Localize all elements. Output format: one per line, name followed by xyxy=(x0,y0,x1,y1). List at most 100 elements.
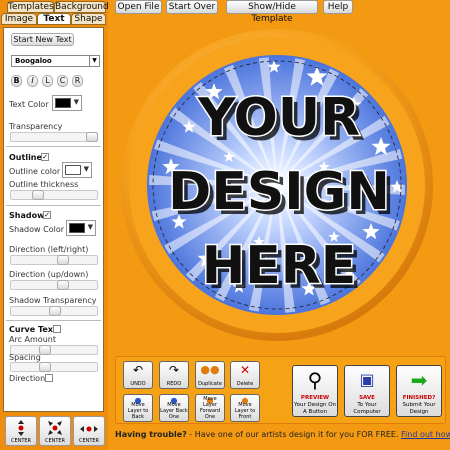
move-to-back-button[interactable]: ● Move Layer to Back xyxy=(123,394,153,422)
outline-color-swatch xyxy=(65,165,81,175)
undo-label: UNDO xyxy=(130,381,146,387)
shadow-checkbox[interactable]: ✓ xyxy=(43,211,51,219)
center-label: CENTER xyxy=(78,438,100,444)
redo-button[interactable]: ↷ REDO xyxy=(159,361,189,389)
save-title: SAVE xyxy=(359,395,375,401)
shadow-color-picker[interactable]: ▼ xyxy=(66,220,96,236)
delete-icon: ✕ xyxy=(239,363,251,377)
slider-thumb[interactable] xyxy=(32,190,44,200)
font-select-value: Boogaloo xyxy=(15,57,52,65)
left-panel: Templates Background Image Text Shape St… xyxy=(0,0,109,450)
design-text-line3[interactable]: HERE xyxy=(200,235,358,298)
help-footer: Having trouble? - Have one of our artist… xyxy=(115,430,450,439)
divider xyxy=(6,320,101,321)
outline-color-picker[interactable]: ▼ xyxy=(62,162,92,178)
chevron-down-icon: ▼ xyxy=(83,165,89,173)
delete-button[interactable]: ✕ Delete xyxy=(230,361,260,389)
tab-shape[interactable]: Shape xyxy=(71,13,106,25)
delete-label: Delete xyxy=(236,381,254,387)
find-out-how-link[interactable]: Find out how xyxy=(401,430,450,439)
help-footer-text: - Have one of our artists design it for … xyxy=(186,430,402,439)
start-new-text-button[interactable]: Start New Text xyxy=(11,33,74,46)
slider-thumb[interactable] xyxy=(39,362,51,372)
chevron-down-icon: ▼ xyxy=(89,56,99,66)
text-color-label: Text Color xyxy=(9,100,49,109)
button-design-canvas[interactable]: YOUR YOUR DESIGN DESIGN HERE HERE xyxy=(119,27,435,343)
spacing-label: Spacing xyxy=(9,353,41,362)
chevron-down-icon: ▼ xyxy=(87,223,93,231)
tab-background[interactable]: Background xyxy=(54,1,109,13)
duplicate-icon: ●● xyxy=(200,363,220,376)
curve-text-label: Curve Text xyxy=(9,325,57,334)
tab-templates[interactable]: Templates xyxy=(7,1,54,13)
design-text[interactable]: YOUR YOUR DESIGN DESIGN HERE HERE xyxy=(167,87,395,302)
start-over-button[interactable]: Start Over xyxy=(166,0,218,14)
align-left-button[interactable]: L xyxy=(42,75,53,87)
design-text-line1[interactable]: YOUR xyxy=(195,87,361,150)
open-file-button[interactable]: Open File xyxy=(115,0,162,14)
finished-label: FINISHED? Submit Your Design xyxy=(397,395,441,416)
design-text-line2[interactable]: DESIGN xyxy=(167,161,392,224)
move-back-one-button[interactable]: ● Move Layer Back One xyxy=(159,394,189,422)
finished-button[interactable]: ➡ FINISHED? Submit Your Design xyxy=(396,365,442,417)
direction-checkbox[interactable] xyxy=(45,374,53,382)
direction-ud-label: Direction (up/down) xyxy=(9,270,89,279)
shadow-color-label: Shadow Color xyxy=(9,225,64,234)
center-vertical-button[interactable]: CENTER xyxy=(5,416,37,446)
direction-lr-label: Direction (left/right) xyxy=(9,245,89,254)
move-to-front-label: Move Layer to Front xyxy=(234,402,256,420)
curve-text-checkbox[interactable] xyxy=(53,325,61,333)
direction-ud-slider[interactable] xyxy=(10,280,98,290)
save-button[interactable]: ▣ SAVE To Your Computer xyxy=(344,365,390,417)
finished-subtitle: Submit Your Design xyxy=(402,402,436,415)
outline-thickness-slider[interactable] xyxy=(10,190,98,200)
shadow-transparency-label: Shadow Transparency xyxy=(9,296,97,305)
shadow-transparency-slider[interactable] xyxy=(10,306,98,316)
divider xyxy=(6,205,101,206)
divider xyxy=(6,146,101,147)
direction-label: Direction xyxy=(9,374,46,383)
preview-subtitle: Your Design On A Button xyxy=(293,402,337,415)
spacing-slider[interactable] xyxy=(10,362,98,372)
save-label: SAVE To Your Computer xyxy=(345,395,389,416)
italic-button[interactable]: I xyxy=(27,75,38,87)
slider-thumb[interactable] xyxy=(57,280,69,290)
move-to-front-button[interactable]: ● Move Layer to Front xyxy=(230,394,260,422)
arc-amount-label: Arc Amount xyxy=(9,335,56,344)
shadow-color-swatch xyxy=(69,223,85,233)
align-right-button[interactable]: R xyxy=(72,75,83,87)
outline-checkbox[interactable]: ✓ xyxy=(41,153,49,161)
finished-title: FINISHED? xyxy=(402,395,436,401)
duplicate-button[interactable]: ●● Duplicate xyxy=(195,361,225,389)
align-center-button[interactable]: C xyxy=(57,75,68,87)
preview-button[interactable]: ⚲ PREVIEW Your Design On A Button xyxy=(292,365,338,417)
slider-thumb[interactable] xyxy=(49,306,61,316)
redo-label: REDO xyxy=(166,381,182,387)
center-both-button[interactable]: CENTER xyxy=(39,416,71,446)
slider-thumb[interactable] xyxy=(57,255,69,265)
text-color-picker[interactable]: ▼ xyxy=(52,95,82,111)
tab-text[interactable]: Text xyxy=(37,13,71,25)
direction-lr-slider[interactable] xyxy=(10,255,98,265)
center-label: CENTER xyxy=(44,438,66,444)
tab-image[interactable]: Image xyxy=(1,13,37,25)
transparency-slider[interactable] xyxy=(10,132,98,142)
help-button[interactable]: Help xyxy=(323,0,353,14)
move-back-one-label: Move Layer Back One xyxy=(160,402,188,420)
move-to-back-label: Move Layer to Back xyxy=(127,402,149,420)
floppy-disk-icon: ▣ xyxy=(359,370,375,389)
text-color-swatch xyxy=(55,98,71,108)
layer-tools-panel: ↶ UNDO ↷ REDO ●● Duplicate ✕ Delete ● Mo… xyxy=(115,356,446,424)
move-forward-one-button[interactable]: ● Move Layer Forward One xyxy=(195,394,225,422)
slider-thumb[interactable] xyxy=(86,132,98,142)
font-select[interactable]: Boogaloo ▼ xyxy=(11,55,100,67)
app-root: Templates Background Image Text Shape St… xyxy=(0,0,450,450)
center-horizontal-button[interactable]: CENTER xyxy=(73,416,105,446)
chevron-down-icon: ▼ xyxy=(73,98,79,106)
center-buttons: CENTER CENTER CENTER xyxy=(3,414,105,447)
undo-button[interactable]: ↶ UNDO xyxy=(123,361,153,389)
show-hide-template-button[interactable]: Show/Hide Template xyxy=(226,0,318,24)
bold-button[interactable]: B xyxy=(11,75,22,87)
undo-icon: ↶ xyxy=(132,363,144,377)
help-footer-lead: Having trouble? xyxy=(115,430,187,439)
